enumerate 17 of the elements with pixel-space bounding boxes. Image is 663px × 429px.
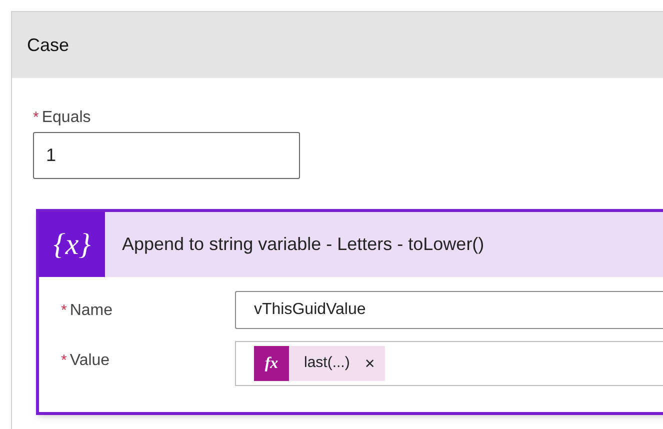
action-title: Append to string variable - Letters - toLower() [122,233,484,256]
variable-icon: {x} [39,212,105,277]
name-field[interactable]: vThisGuidValue [235,291,663,329]
function-icon: fx [254,346,289,381]
field-label: Value [70,351,110,371]
action-header[interactable]: {x} Append to string variable - Letters - toLower() [39,212,663,277]
equals-field[interactable]: 1 [33,132,300,179]
required-mark: * [61,301,67,321]
token-text: last(...) [303,353,351,374]
value-field[interactable]: fx last(...) × [235,341,663,386]
remove-token-button[interactable]: × [364,350,385,376]
expression-token[interactable]: fx last(...) × [254,346,385,381]
required-mark: * [33,108,39,128]
case-title: Case [27,34,70,56]
field-label: Name [70,301,113,321]
required-mark: * [61,351,67,371]
field-label: Equals [42,108,91,128]
